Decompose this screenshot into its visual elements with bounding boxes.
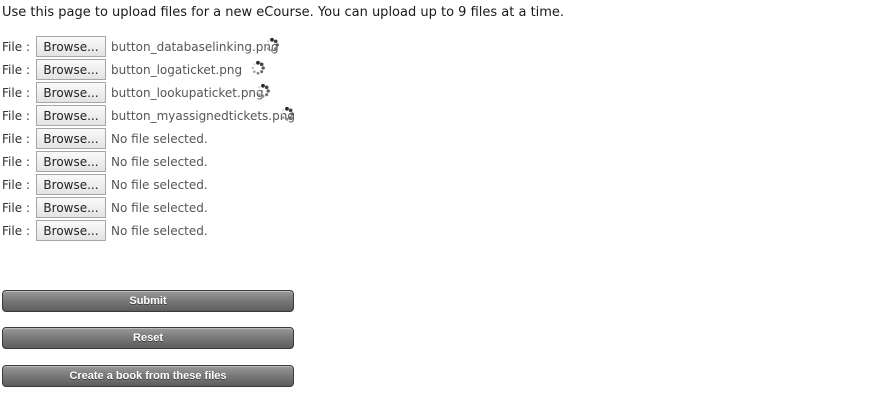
browse-button[interactable]: Browse...	[36, 220, 106, 241]
file-label: File :	[2, 154, 30, 169]
file-row: File : Browse... button_logaticket.png	[2, 58, 295, 81]
file-row: File : Browse... No file selected.	[2, 219, 295, 242]
browse-button[interactable]: Browse...	[36, 174, 106, 195]
file-row: File : Browse... button_myassignedticket…	[2, 104, 295, 127]
browse-button[interactable]: Browse...	[36, 59, 106, 80]
selected-file-name: No file selected.	[111, 223, 208, 238]
file-row: File : Browse... button_lookupaticket.pn…	[2, 81, 295, 104]
browse-button[interactable]: Browse...	[36, 82, 106, 103]
file-row: File : Browse... No file selected.	[2, 173, 295, 196]
file-label: File :	[2, 62, 30, 77]
create-book-button[interactable]: Create a book from these files	[2, 365, 294, 387]
file-row: File : Browse... button_databaselinking.…	[2, 35, 295, 58]
selected-file-name: button_logaticket.png	[111, 62, 243, 77]
file-label: File :	[2, 39, 30, 54]
selected-file-name: button_databaselinking.png	[111, 39, 279, 54]
reset-button[interactable]: Reset	[2, 327, 294, 349]
file-label: File :	[2, 223, 30, 238]
selected-file-name: No file selected.	[111, 131, 208, 146]
file-row: File : Browse... No file selected.	[2, 196, 295, 219]
browse-button[interactable]: Browse...	[36, 105, 106, 126]
browse-button[interactable]: Browse...	[36, 151, 106, 172]
selected-file-name: No file selected.	[111, 200, 208, 215]
selected-file-name: button_myassignedtickets.png	[111, 108, 295, 123]
loading-spinner-icon	[265, 37, 279, 52]
selected-file-name: No file selected.	[111, 177, 208, 192]
file-label: File :	[2, 177, 30, 192]
selected-file-name: No file selected.	[111, 154, 208, 169]
browse-button[interactable]: Browse...	[36, 197, 106, 218]
file-label: File :	[2, 108, 30, 123]
file-row: File : Browse... No file selected.	[2, 127, 295, 150]
submit-button[interactable]: Submit	[2, 290, 294, 312]
file-label: File :	[2, 131, 30, 146]
file-label: File :	[2, 200, 30, 215]
page-instructions: Use this page to upload files for a new …	[2, 5, 565, 20]
file-upload-list: File : Browse... button_databaselinking.…	[2, 35, 295, 242]
loading-spinner-icon	[280, 106, 294, 121]
selected-file-name: button_lookupaticket.png	[111, 85, 264, 100]
file-row: File : Browse... No file selected.	[2, 150, 295, 173]
file-label: File :	[2, 85, 30, 100]
browse-button[interactable]: Browse...	[36, 128, 106, 149]
loading-spinner-icon	[251, 60, 265, 75]
loading-spinner-icon	[256, 83, 270, 98]
browse-button[interactable]: Browse...	[36, 36, 106, 57]
